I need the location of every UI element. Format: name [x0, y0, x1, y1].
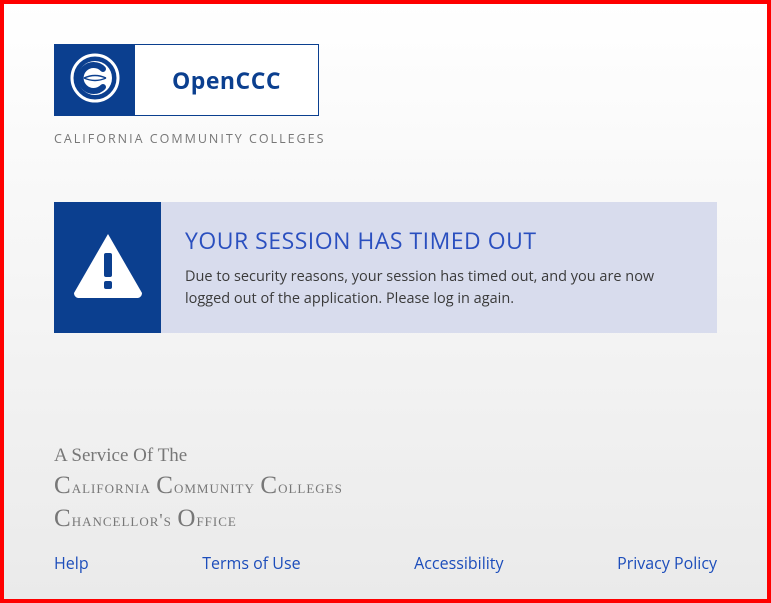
- footer-links: Help Terms of Use Accessibility Privacy …: [54, 552, 717, 574]
- alert-message: Due to security reasons, your session ha…: [185, 266, 693, 311]
- agency-line-2: Chancellor's Office: [54, 510, 237, 530]
- logo-medallion: [55, 45, 135, 115]
- session-timeout-alert: YOUR SESSION HAS TIMED OUT Due to securi…: [54, 202, 717, 333]
- accessibility-link[interactable]: Accessibility: [414, 552, 503, 574]
- agency-name: California Community Colleges Chancellor…: [54, 469, 717, 537]
- logo-block: OpenCCC: [54, 44, 319, 116]
- agency-line-1: California Community Colleges: [54, 477, 343, 497]
- warning-triangle-icon: [72, 231, 144, 304]
- openccc-logo-icon: [70, 53, 120, 108]
- terms-link[interactable]: Terms of Use: [202, 552, 300, 574]
- logo-text: OpenCCC: [135, 45, 318, 115]
- alert-content: YOUR SESSION HAS TIMED OUT Due to securi…: [161, 202, 717, 333]
- service-of-text: A Service Of The: [54, 445, 717, 467]
- help-link[interactable]: Help: [54, 552, 89, 574]
- privacy-link[interactable]: Privacy Policy: [617, 552, 717, 574]
- alert-title: YOUR SESSION HAS TIMED OUT: [185, 224, 693, 256]
- footer: A Service Of The California Community Co…: [54, 445, 717, 575]
- logo-subtitle: CALIFORNIA COMMUNITY COLLEGES: [54, 130, 717, 147]
- alert-icon-wrap: [54, 202, 161, 333]
